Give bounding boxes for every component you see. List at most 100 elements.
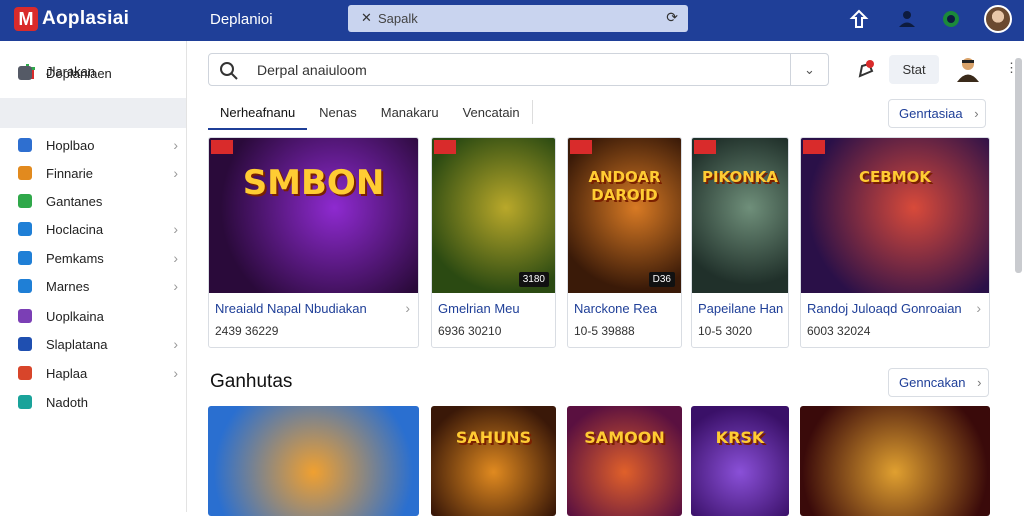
chevron-down-icon[interactable]: ⌄ [790,54,828,85]
sidebar-item[interactable]: Gantanes [18,190,178,212]
sidebar-item-icon [18,279,32,293]
status-icon[interactable] [940,8,962,30]
sidebar-item[interactable]: Deplaniaen [18,62,178,84]
sidebar-item-icon [18,166,32,180]
sidebar-item[interactable]: Hoclacina › [18,218,178,240]
sidebar-item-label: Deplaniaen [46,65,112,81]
cover-title-text: KRSK [715,428,765,447]
sidebar-item-label: Nadoth [46,394,88,410]
tab-categories[interactable]: Vencatain [451,96,532,130]
game-meta: 2439 36229 [215,324,279,338]
game-cover-image[interactable]: ANDOAR DAROID D36 [568,138,681,293]
game-cover-image[interactable]: SAMOON [567,406,682,516]
game-cover-image[interactable]: PIKONKA [692,138,788,293]
game-title[interactable]: Papeilane Han [698,301,783,316]
game-card[interactable]: SMBON Nreaiald Napal Nbudiakan 2439 36229 › [208,137,419,348]
top-bar: M Aoplasiai Deplanioi ✕ Sapalk ⟳ [0,0,1024,41]
game-title[interactable]: Randoj Juloaqd Gonroaian [807,301,962,316]
tab-bar: Nerheafnanu Nenas Manakaru Vencatain [208,96,532,130]
section-title: Ganhutas [210,371,293,392]
chevron-right-icon: › [974,106,979,121]
main-search[interactable]: Derpal anaiuloom ⌄ [208,53,829,86]
sidebar-item-label: Slaplatana [46,336,108,352]
game-title[interactable]: Nreaiald Napal Nbudiakan [215,301,367,316]
corner-badge [434,140,456,154]
cover-title-text: PIKONKA [701,168,779,186]
game-cover-image[interactable]: CEBMOK [801,138,989,293]
game-card[interactable]: ANDOAR DAROID D36 Narckone Rea 10-5 39888 [567,137,682,348]
sidebar: Jlarakan Deplaniaen Hoplbao › Finnarie › Gant… [0,41,187,512]
sidebar-item-icon [18,251,32,265]
corner-badge [570,140,592,154]
app-logo[interactable]: M Aoplasiai [14,7,129,31]
close-icon[interactable]: ✕ [361,10,372,26]
upload-icon[interactable] [848,8,870,30]
cover-title-text: SMBON [242,163,385,203]
sidebar-item[interactable]: Slaplatana › [18,333,178,355]
tab-manage[interactable]: Manakaru [369,96,451,130]
chevron-right-icon: › [977,375,982,390]
game-meta: 10-5 39888 [574,324,635,338]
chevron-right-icon: › [173,221,178,237]
game-cover-image[interactable]: KRSK [691,406,789,516]
top-search-bar[interactable]: ✕ Sapalk ⟳ [348,5,688,32]
tab-new[interactable]: Nenas [307,96,369,130]
sidebar-item[interactable]: Nadoth [18,391,178,413]
sidebar-item-label: Uoplkaina [46,308,104,324]
game-cover-image[interactable]: SAHUNS [431,406,556,516]
game-cover-image[interactable]: SMBON [209,138,418,293]
sidebar-item[interactable]: Marnes › [18,275,178,297]
game-cover-image[interactable]: 3180 [432,138,555,293]
see-all-button-1[interactable]: Genrtasiaa › [888,99,986,128]
notification-icon[interactable] [855,58,877,80]
reload-icon[interactable]: ⟳ [666,9,678,26]
tab-divider [532,100,533,124]
logo-mark: M [14,7,38,31]
game-cover-image[interactable] [208,406,419,516]
sidebar-item-icon [18,395,32,409]
top-search-placeholder: Sapalk [378,11,418,26]
search-icon[interactable] [219,61,239,81]
game-title[interactable]: Narckone Rea [574,301,657,316]
user-icon[interactable] [896,8,918,30]
see-all-label-1: Genrtasiaa [899,106,963,121]
chevron-right-icon: › [173,278,178,294]
sidebar-item[interactable]: Finnarie › [18,162,178,184]
sidebar-item[interactable]: Uoplkaina [18,305,178,327]
sidebar-item-icon [18,337,32,351]
see-all-button-2[interactable]: Genncakan › [888,368,989,397]
cover-title-text: SAMOON [584,428,665,447]
sidebar-item-icon [18,222,32,236]
game-title[interactable]: Gmelrian Meu [438,301,520,316]
cover-badge: D36 [648,272,675,287]
game-card[interactable]: PIKONKA Papeilane Han 10-5 3020 [691,137,789,348]
chevron-right-icon[interactable]: › [976,300,981,316]
start-button[interactable]: Stat [889,55,939,84]
chevron-right-icon: › [173,365,178,381]
sidebar-item-label: Hoplbao [46,137,95,153]
tab-featured[interactable]: Nerheafnanu [208,96,308,130]
game-cover-image[interactable] [800,406,990,516]
game-meta: 6003 32024 [807,324,871,338]
game-card[interactable]: 3180 Gmelrian Meu 6936 30210 [431,137,556,348]
sidebar-item-icon [18,366,32,380]
profile-icon[interactable] [955,55,981,83]
corner-badge [211,140,233,154]
chevron-right-icon[interactable]: › [405,300,410,316]
sidebar-item-label: Gantanes [46,193,103,209]
cover-title-text: SAHUNS [455,428,532,447]
sidebar-item-label: Marnes [46,278,90,294]
sidebar-item[interactable]: Haplaa › [18,362,178,384]
sidebar-item[interactable]: Pemkams › [18,247,178,269]
window-title: Deplanioi [210,11,273,28]
scrollbar[interactable] [1015,58,1022,273]
chevron-right-icon: › [173,165,178,181]
avatar[interactable] [984,5,1012,33]
corner-badge [803,140,825,154]
sidebar-item[interactable]: Hoplbao › [18,134,178,156]
search-input[interactable]: Derpal anaiuloom [257,62,367,78]
game-card[interactable]: CEBMOK Randoj Juloaqd Gonroaian 6003 32024… [800,137,990,348]
game-meta: 6936 30210 [438,324,502,338]
sidebar-item-label: Hoclacina [46,221,104,237]
sidebar-item-icon [18,309,32,323]
